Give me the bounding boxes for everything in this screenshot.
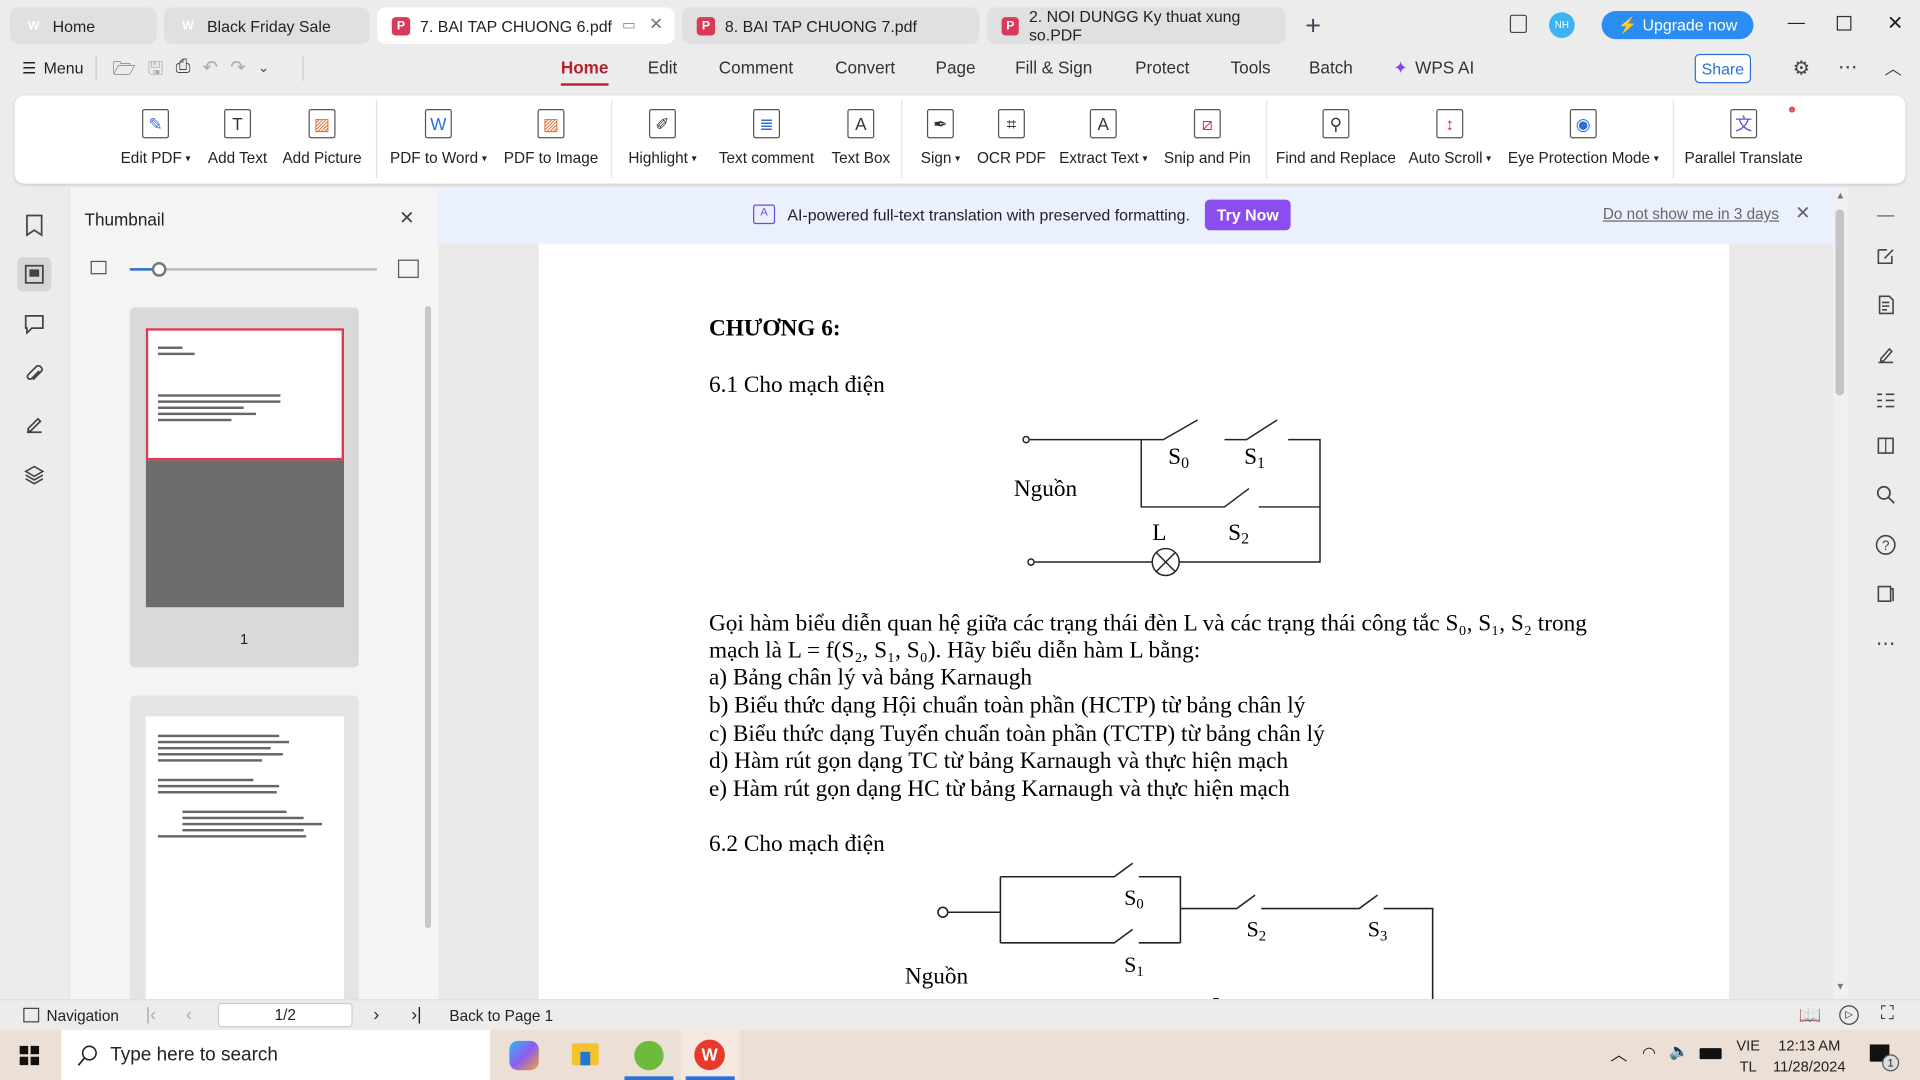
book-view-icon[interactable]: 📖	[1799, 1004, 1822, 1026]
scroll-down-arrow[interactable]: ▼	[1836, 981, 1846, 992]
navigation-label: Navigation	[46, 1007, 119, 1025]
scrollbar-thumb[interactable]	[1835, 209, 1845, 396]
file-explorer-icon[interactable]	[571, 1043, 599, 1066]
wps-pdf-window: W Home W Black Friday Sale P 7. BAI TAP CHU…	[0, 0, 1920, 1080]
collapse-right-panel-icon[interactable]: —	[1869, 197, 1903, 231]
wps-logo-icon: W	[694, 1039, 725, 1071]
read-mode-icon[interactable]	[1869, 577, 1903, 611]
switch-s1-label: S1	[1124, 952, 1144, 980]
scroll-up-arrow[interactable]: ▲	[1836, 190, 1846, 201]
source-label: Nguồn	[905, 963, 969, 989]
edit-icon[interactable]	[1869, 239, 1903, 273]
previous-page-icon[interactable]: ‹	[186, 1004, 192, 1024]
fullscreen-icon[interactable]: ⛶	[1881, 1003, 1894, 1024]
language-code: VIE	[1736, 1037, 1761, 1055]
battery-icon[interactable]	[1699, 1048, 1722, 1060]
wps-taskbar-button[interactable]: W	[680, 1029, 740, 1080]
switch-s2-label: S2	[1247, 917, 1267, 945]
back-to-page-link[interactable]: Back to Page 1	[449, 1008, 553, 1025]
circuit-diagram-2: Nguồn S0 S1 S2 S3 L	[905, 862, 1434, 1000]
date: 11/28/2024	[1773, 1057, 1846, 1076]
navigation-panel-icon	[23, 1007, 40, 1023]
status-bar: Navigation |‹ ‹ 1/2 › ›| Back to Page 1 …	[0, 999, 1920, 1030]
copilot-icon[interactable]	[509, 1040, 539, 1071]
play-icon[interactable]: ▷	[1839, 1005, 1859, 1025]
switch-s3-label: S3	[1368, 917, 1388, 945]
notification-count: 1	[1882, 1054, 1900, 1072]
last-page-icon[interactable]: ›|	[411, 1004, 421, 1024]
search-icon	[77, 1044, 97, 1066]
next-page-icon[interactable]: ›	[373, 1004, 379, 1024]
search-icon[interactable]	[1869, 478, 1903, 512]
document-properties-icon[interactable]	[1869, 288, 1903, 322]
svg-text:?: ?	[1882, 538, 1889, 553]
switch-s0-label: S0	[1124, 885, 1144, 913]
taskbar-search-box[interactable]: Type here to search	[61, 1029, 490, 1080]
language-indicator[interactable]: VIE TL	[1736, 1036, 1760, 1078]
sign-pen-icon[interactable]	[1869, 338, 1903, 372]
navigation-button[interactable]: Navigation	[23, 1007, 119, 1025]
windows-start-icon[interactable]	[19, 1045, 40, 1066]
active-app-indicator	[685, 1076, 735, 1080]
search-placeholder: Type here to search	[110, 1043, 278, 1065]
compare-icon[interactable]	[1869, 429, 1903, 463]
vertical-scrollbar[interactable]: ▲ ▼	[1833, 187, 1848, 1000]
keyboard-layout: TL	[1739, 1057, 1757, 1076]
time: 12:13 AM	[1778, 1037, 1841, 1055]
outline-icon[interactable]	[1869, 383, 1903, 417]
more-tools-icon[interactable]: ⋯	[1869, 627, 1903, 661]
volume-icon[interactable]: 🔈	[1669, 1042, 1689, 1062]
first-page-icon[interactable]: |‹	[146, 1004, 156, 1024]
wifi-icon[interactable]: ◠	[1642, 1043, 1656, 1063]
clock[interactable]: 12:13 AM 11/28/2024	[1773, 1036, 1845, 1078]
windows-taskbar: Type here to search W ︿ ◠ 🔈 VIE TL 12:13 …	[0, 1029, 1920, 1080]
help-icon[interactable]: ?	[1869, 528, 1903, 562]
show-hidden-icons[interactable]: ︿	[1610, 1042, 1627, 1066]
page-number-input[interactable]: 1/2	[217, 1002, 353, 1028]
active-app-indicator	[624, 1076, 674, 1080]
app-icon[interactable]	[634, 1040, 664, 1071]
